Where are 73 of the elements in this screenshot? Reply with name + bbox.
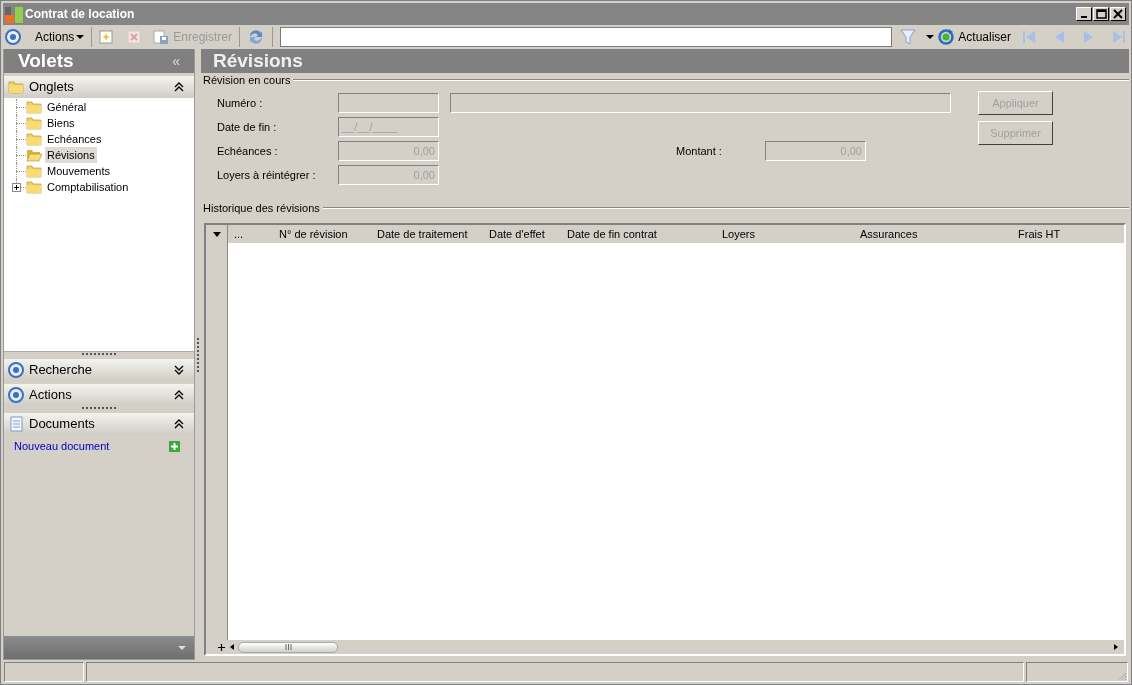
section-title: Recherche — [29, 361, 93, 380]
folder-icon — [8, 79, 24, 95]
tree-item[interactable]: Biens — [45, 114, 77, 132]
field-label: Loyers à réintégrer : — [217, 167, 317, 183]
collapse-icon — [174, 82, 184, 92]
circle-icon[interactable] — [5, 29, 21, 45]
section-title: Onglets — [29, 78, 75, 97]
field-label: Montant : — [676, 143, 723, 159]
panel-header[interactable]: Recherche — [4, 359, 194, 381]
caret-icon — [212, 231, 221, 237]
column-header[interactable]: Assurances — [854, 225, 1012, 243]
tree-item[interactable]: Révisions — [45, 146, 97, 164]
circle-icon — [8, 362, 24, 378]
sidebar-title: Volets — [18, 48, 74, 73]
add-row-icon[interactable] — [217, 642, 226, 652]
input-field[interactable] — [450, 93, 951, 113]
field-label: Date de fin : — [217, 119, 278, 135]
column-header[interactable]: Date d'effet — [483, 225, 561, 243]
tree-item[interactable]: Comptabilisation — [45, 178, 131, 196]
close-button[interactable] — [1110, 7, 1126, 21]
open-folder-icon — [26, 147, 42, 163]
window-title: Contrat de location — [25, 6, 135, 23]
actions-menu-button[interactable]: Actions — [35, 28, 85, 46]
group-title: Historique des révisions — [203, 200, 321, 216]
section-title: Actions — [29, 386, 73, 405]
collapse-icon — [174, 419, 184, 429]
input-field[interactable] — [338, 93, 439, 113]
folder-icon — [26, 131, 42, 147]
refresh-button[interactable]: Actualiser — [938, 28, 1011, 46]
tree-item[interactable]: Echéances — [45, 130, 104, 148]
scrollbar-thumb[interactable] — [238, 641, 338, 653]
panel-header[interactable]: Actions — [4, 384, 194, 406]
folder-icon — [26, 179, 42, 195]
collapse-icon — [174, 390, 184, 400]
column-header[interactable]: ... — [228, 225, 273, 243]
column-header[interactable]: Frais HT — [1012, 225, 1112, 243]
tree-item[interactable]: Général — [45, 98, 89, 116]
field-label: Numéro : — [217, 95, 264, 111]
folder-icon — [26, 163, 42, 179]
folder-icon — [26, 99, 42, 115]
add-icon[interactable] — [169, 440, 180, 452]
minimize-button[interactable] — [1076, 7, 1092, 21]
search-field[interactable] — [280, 27, 893, 47]
caret-icon[interactable] — [926, 34, 935, 40]
panel-header[interactable]: Documents — [4, 413, 194, 435]
expand-icon — [174, 365, 184, 375]
field-label: Echéances : — [217, 143, 279, 159]
document-icon — [8, 416, 24, 432]
save-icon — [153, 29, 170, 45]
caret-icon — [76, 34, 85, 40]
refresh-icon[interactable] — [247, 28, 265, 46]
new-document-icon[interactable] — [99, 30, 114, 44]
maximize-icon — [1094, 7, 1108, 21]
minimize-icon — [1081, 16, 1087, 18]
maximize-button[interactable] — [1093, 7, 1109, 21]
expand-node-button[interactable] — [12, 183, 21, 192]
circle-icon — [8, 387, 24, 403]
section-title: Documents — [29, 415, 96, 434]
app-logo-icon — [5, 5, 23, 23]
scroll-right-icon[interactable] — [1112, 641, 1120, 653]
column-header[interactable]: Date de fin contrat — [561, 225, 716, 243]
page-title: Révisions — [213, 48, 303, 73]
tree-item[interactable]: Mouvements — [45, 162, 112, 180]
new-document-link[interactable]: Nouveau document — [14, 437, 110, 455]
column-header[interactable]: N° de révision — [273, 225, 371, 243]
column-header[interactable]: Date de traitement — [371, 225, 483, 243]
group-title: Révision en cours — [203, 72, 292, 88]
scroll-left-icon[interactable] — [228, 641, 236, 653]
close-icon — [1111, 7, 1125, 21]
refresh-icon — [938, 29, 955, 45]
column-header[interactable]: Loyers — [716, 225, 854, 243]
filter-icon[interactable] — [900, 28, 917, 46]
folder-icon — [26, 115, 42, 131]
